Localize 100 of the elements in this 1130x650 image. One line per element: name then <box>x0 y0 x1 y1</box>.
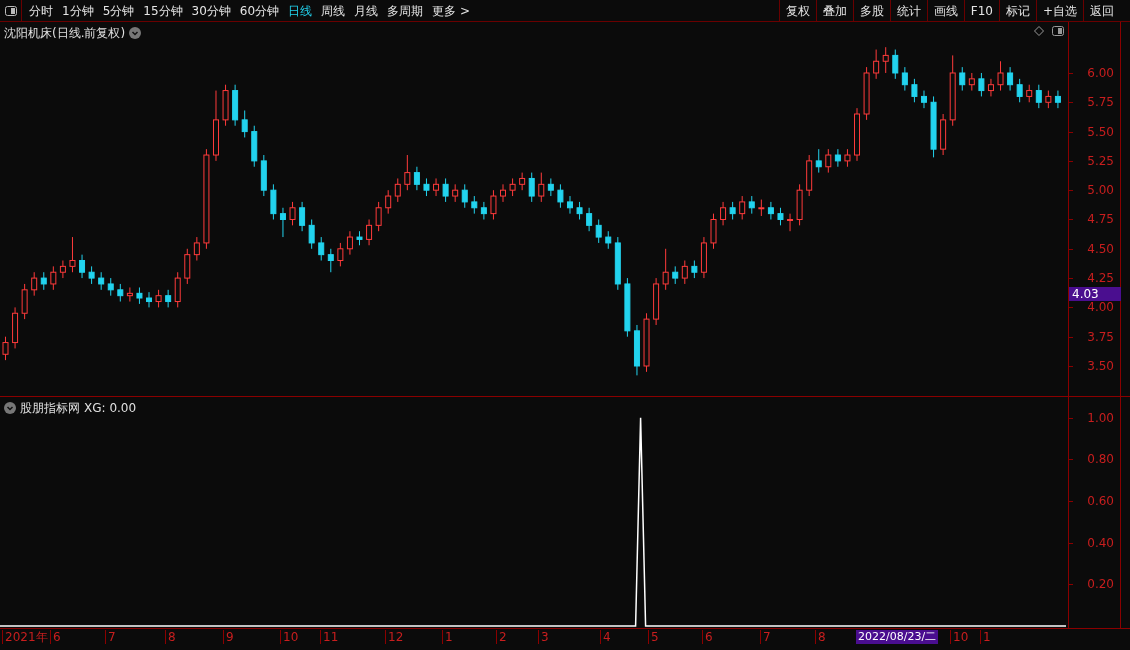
candle <box>519 172 526 191</box>
candle <box>940 113 947 156</box>
axis-label: 0.40 <box>1087 535 1114 550</box>
candle <box>480 201 487 220</box>
candle <box>767 201 774 220</box>
toolbar-button[interactable]: 画线 <box>926 0 964 21</box>
current-price-tag: 4.03 <box>1069 287 1121 301</box>
candle <box>873 49 880 80</box>
dropdown-icon[interactable] <box>129 27 142 39</box>
month-label: 11 <box>320 630 339 644</box>
period-tab[interactable]: 月线 <box>354 1 379 20</box>
month-label: 3 <box>538 630 549 644</box>
toolbar-button[interactable]: 返回 <box>1083 0 1120 21</box>
candle <box>21 283 28 320</box>
diamond-icon[interactable] <box>1034 26 1044 36</box>
price-label: 4.75 <box>1087 213 1114 226</box>
panel-toggle-icon[interactable] <box>4 5 17 16</box>
candle <box>691 260 698 279</box>
candle <box>748 195 755 215</box>
candle <box>375 201 382 232</box>
candle <box>260 154 267 197</box>
price-label: 5.00 <box>1087 184 1114 197</box>
candle <box>681 260 688 285</box>
candle <box>538 172 545 203</box>
dropdown-icon[interactable] <box>4 402 16 414</box>
month-label: 2 <box>496 630 507 644</box>
toolbar-button[interactable]: 标记 <box>998 0 1036 21</box>
date-tag: 2022/08/23/二 <box>856 630 939 644</box>
candle <box>653 277 660 326</box>
period-tab[interactable]: 30分钟 <box>191 1 231 20</box>
period-tab[interactable]: 1分钟 <box>62 1 94 20</box>
candle <box>232 84 239 127</box>
month-label: 6 <box>702 630 713 644</box>
candle <box>165 289 172 308</box>
candle <box>500 183 506 203</box>
period-tab[interactable]: 15分钟 <box>143 1 183 20</box>
candle <box>107 277 114 297</box>
price-label: 5.25 <box>1087 154 1114 167</box>
month-label: 7 <box>760 630 771 644</box>
candle <box>1035 84 1042 109</box>
period-tab[interactable]: 分时 <box>29 1 53 20</box>
candle <box>528 172 535 203</box>
axis-label: 0.80 <box>1087 452 1114 467</box>
period-tab[interactable]: 日线 <box>288 1 313 20</box>
candle <box>1054 90 1061 109</box>
toolbar-button[interactable]: 多股 <box>852 0 890 21</box>
candle <box>471 195 478 215</box>
candle <box>720 201 727 226</box>
candle <box>442 177 449 203</box>
candle <box>174 271 181 308</box>
candle <box>79 254 86 279</box>
month-label: 10 <box>280 630 299 644</box>
candle <box>98 271 105 291</box>
candle <box>911 78 918 103</box>
candle <box>997 60 1004 92</box>
candle <box>624 277 631 338</box>
candle <box>978 72 985 97</box>
candle <box>586 207 593 232</box>
candle <box>146 291 152 308</box>
price-label: 3.50 <box>1087 360 1114 372</box>
candle <box>662 248 669 291</box>
candle <box>12 306 19 349</box>
candle <box>710 213 717 250</box>
price-label: 6.00 <box>1087 66 1114 79</box>
toolbar-button[interactable]: 统计 <box>889 0 927 21</box>
toolbar-button[interactable]: F10 <box>963 0 999 21</box>
candle <box>1026 84 1033 103</box>
month-label: 4 <box>600 630 611 644</box>
candle <box>1016 78 1023 103</box>
candle <box>968 72 975 92</box>
period-tab[interactable]: 更多 > <box>432 1 470 20</box>
candle <box>643 312 650 373</box>
candle <box>413 166 420 191</box>
candle <box>356 230 363 246</box>
period-tab[interactable]: 60分钟 <box>239 1 280 20</box>
month-label: 6 <box>50 630 61 644</box>
candle <box>423 177 430 197</box>
candle <box>930 95 937 158</box>
candle <box>213 90 219 162</box>
toolbar-button[interactable]: 复权 <box>778 0 816 21</box>
candle <box>1045 90 1052 109</box>
period-tab[interactable]: 多周期 <box>387 1 424 20</box>
candle <box>279 207 286 238</box>
candle <box>433 177 440 197</box>
candle <box>270 183 277 220</box>
candle <box>729 201 736 220</box>
candle <box>854 107 860 162</box>
price-label: 4.00 <box>1087 301 1114 314</box>
period-tab[interactable]: 5分钟 <box>102 1 135 20</box>
month-label: 5 <box>648 630 659 644</box>
candle <box>509 177 516 197</box>
candle <box>452 183 459 203</box>
toolbar-button[interactable]: +自选 <box>1035 0 1083 21</box>
candle <box>987 78 994 97</box>
toolbar-button[interactable]: 叠加 <box>815 0 853 21</box>
candle <box>758 199 765 217</box>
candle <box>88 265 95 285</box>
period-tab[interactable]: 周线 <box>321 1 346 20</box>
candle <box>921 90 927 109</box>
panel-toggle-icon[interactable] <box>1052 26 1064 36</box>
